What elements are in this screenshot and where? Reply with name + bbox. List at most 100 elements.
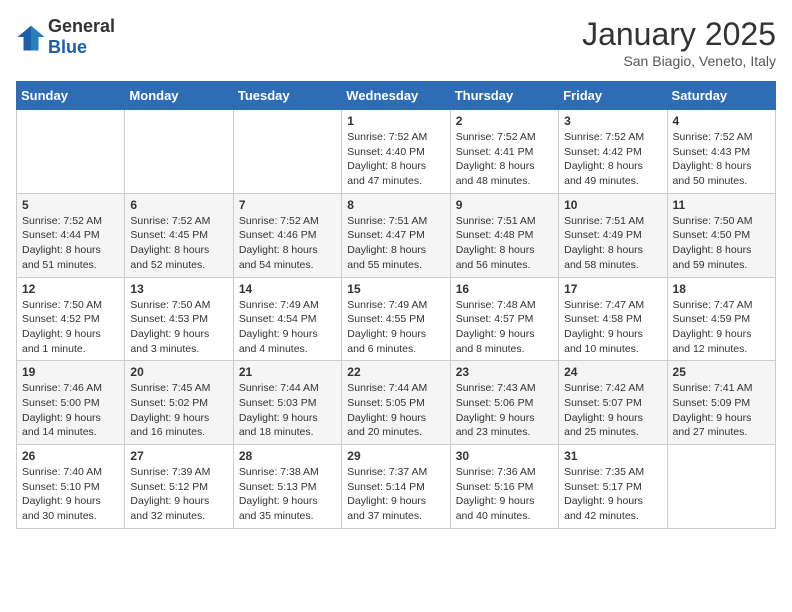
calendar-cell: 12 Sunrise: 7:50 AMSunset: 4:52 PMDayligh…: [17, 277, 125, 361]
day-number: 10: [564, 198, 661, 212]
day-info: Sunrise: 7:51 AMSunset: 4:47 PMDaylight:…: [347, 214, 444, 273]
day-info: Sunrise: 7:52 AMSunset: 4:45 PMDaylight:…: [130, 214, 227, 273]
day-number: 22: [347, 365, 444, 379]
day-info: Sunrise: 7:39 AMSunset: 5:12 PMDaylight:…: [130, 465, 227, 524]
calendar-cell: 7Sunrise: 7:52 AMSunset: 4:46 PMDaylight…: [233, 193, 341, 277]
day-info: Sunrise: 7:35 AMSunset: 5:17 PMDaylight:…: [564, 465, 661, 524]
day-info: Sunrise: 7:44 AMSunset: 5:03 PMDaylight:…: [239, 381, 336, 440]
weekday-header-tuesday: Tuesday: [233, 82, 341, 110]
calendar-cell: 4Sunrise: 7:52 AMSunset: 4:43 PMDaylight…: [667, 110, 775, 194]
day-info: Sunrise: 7:44 AMSunset: 5:05 PMDaylight:…: [347, 381, 444, 440]
calendar-cell: 26Sunrise: 7:40 AMSunset: 5:10 PMDayligh…: [17, 445, 125, 529]
day-info: Sunrise: 7:49 AMSunset: 4:55 PMDaylight:…: [347, 298, 444, 357]
calendar-cell: 25 Sunrise: 7:41 AMSunset: 5:09 PMDayligh…: [667, 361, 775, 445]
page-header: General Blue January 2025 San Biagio, Ve…: [16, 16, 776, 69]
calendar-cell: 27 Sunrise: 7:39 AMSunset: 5:12 PMDayligh…: [125, 445, 233, 529]
calendar-cell: 8 Sunrise: 7:51 AMSunset: 4:47 PMDaylight…: [342, 193, 450, 277]
calendar-cell: 28 Sunrise: 7:38 AMSunset: 5:13 PMDayligh…: [233, 445, 341, 529]
day-number: 29: [347, 449, 444, 463]
day-info: Sunrise: 7:50 AMSunset: 4:50 PMDaylight:…: [673, 214, 770, 273]
weekday-header-saturday: Saturday: [667, 82, 775, 110]
logo-general-text: General: [48, 16, 115, 36]
day-info: Sunrise: 7:50 AMSunset: 4:53 PMDaylight:…: [130, 298, 227, 357]
day-info: Sunrise: 7:41 AMSunset: 5:09 PMDaylight:…: [673, 381, 770, 440]
calendar-cell: 29 Sunrise: 7:37 AMSunset: 5:14 PMDayligh…: [342, 445, 450, 529]
day-number: 1: [347, 114, 444, 128]
logo-icon: [16, 22, 46, 52]
day-number: 20: [130, 365, 227, 379]
weekday-header-row: SundayMondayTuesdayWednesdayThursdayFrid…: [17, 82, 776, 110]
day-number: 16: [456, 282, 553, 296]
month-title: January 2025: [582, 16, 776, 53]
day-number: 11: [673, 198, 770, 212]
day-number: 26: [22, 449, 119, 463]
calendar-cell: 9 Sunrise: 7:51 AMSunset: 4:48 PMDaylight…: [450, 193, 558, 277]
calendar-cell: 2 Sunrise: 7:52 AMSunset: 4:41 PMDaylight…: [450, 110, 558, 194]
day-number: 3: [564, 114, 661, 128]
day-info: Sunrise: 7:37 AMSunset: 5:14 PMDaylight:…: [347, 465, 444, 524]
day-info: Sunrise: 7:36 AMSunset: 5:16 PMDaylight:…: [456, 465, 553, 524]
day-number: 21: [239, 365, 336, 379]
day-number: 9: [456, 198, 553, 212]
calendar-week-row: 26Sunrise: 7:40 AMSunset: 5:10 PMDayligh…: [17, 445, 776, 529]
day-info: Sunrise: 7:52 AMSunset: 4:42 PMDaylight:…: [564, 130, 661, 189]
day-info: Sunrise: 7:43 AMSunset: 5:06 PMDaylight:…: [456, 381, 553, 440]
day-number: 25: [673, 365, 770, 379]
weekday-header-sunday: Sunday: [17, 82, 125, 110]
day-info: Sunrise: 7:46 AMSunset: 5:00 PMDaylight:…: [22, 381, 119, 440]
calendar-week-row: 1 Sunrise: 7:52 AMSunset: 4:40 PMDaylight…: [17, 110, 776, 194]
day-number: 24: [564, 365, 661, 379]
day-info: Sunrise: 7:38 AMSunset: 5:13 PMDaylight:…: [239, 465, 336, 524]
day-number: 12: [22, 282, 119, 296]
day-number: 17: [564, 282, 661, 296]
logo-blue-text: Blue: [48, 37, 87, 57]
day-info: Sunrise: 7:52 AMSunset: 4:40 PMDaylight:…: [347, 130, 444, 189]
calendar-week-row: 12 Sunrise: 7:50 AMSunset: 4:52 PMDayligh…: [17, 277, 776, 361]
calendar-cell: 11 Sunrise: 7:50 AMSunset: 4:50 PMDayligh…: [667, 193, 775, 277]
day-number: 5: [22, 198, 119, 212]
weekday-header-wednesday: Wednesday: [342, 82, 450, 110]
day-number: 6: [130, 198, 227, 212]
calendar-cell: 13 Sunrise: 7:50 AMSunset: 4:53 PMDayligh…: [125, 277, 233, 361]
calendar-cell: 10 Sunrise: 7:51 AMSunset: 4:49 PMDayligh…: [559, 193, 667, 277]
day-number: 18: [673, 282, 770, 296]
calendar-cell: 3 Sunrise: 7:52 AMSunset: 4:42 PMDaylight…: [559, 110, 667, 194]
calendar-cell: [667, 445, 775, 529]
day-info: Sunrise: 7:47 AMSunset: 4:59 PMDaylight:…: [673, 298, 770, 357]
day-info: Sunrise: 7:48 AMSunset: 4:57 PMDaylight:…: [456, 298, 553, 357]
location-subtitle: San Biagio, Veneto, Italy: [582, 53, 776, 69]
calendar-cell: 21 Sunrise: 7:44 AMSunset: 5:03 PMDayligh…: [233, 361, 341, 445]
calendar-cell: 16 Sunrise: 7:48 AMSunset: 4:57 PMDayligh…: [450, 277, 558, 361]
calendar-cell: [17, 110, 125, 194]
day-number: 8: [347, 198, 444, 212]
day-number: 28: [239, 449, 336, 463]
day-info: Sunrise: 7:47 AMSunset: 4:58 PMDaylight:…: [564, 298, 661, 357]
calendar-cell: [233, 110, 341, 194]
day-info: Sunrise: 7:51 AMSunset: 4:48 PMDaylight:…: [456, 214, 553, 273]
day-number: 30: [456, 449, 553, 463]
day-info: Sunrise: 7:45 AMSunset: 5:02 PMDaylight:…: [130, 381, 227, 440]
day-info: Sunrise: 7:50 AMSunset: 4:52 PMDaylight:…: [22, 298, 119, 357]
calendar-cell: 30 Sunrise: 7:36 AMSunset: 5:16 PMDayligh…: [450, 445, 558, 529]
day-number: 15: [347, 282, 444, 296]
calendar-cell: 24 Sunrise: 7:42 AMSunset: 5:07 PMDayligh…: [559, 361, 667, 445]
day-number: 23: [456, 365, 553, 379]
day-number: 14: [239, 282, 336, 296]
day-info: Sunrise: 7:52 AMSunset: 4:41 PMDaylight:…: [456, 130, 553, 189]
calendar-cell: [125, 110, 233, 194]
day-number: 2: [456, 114, 553, 128]
calendar-cell: 1 Sunrise: 7:52 AMSunset: 4:40 PMDaylight…: [342, 110, 450, 194]
calendar-cell: 17 Sunrise: 7:47 AMSunset: 4:58 PMDayligh…: [559, 277, 667, 361]
calendar-cell: 6 Sunrise: 7:52 AMSunset: 4:45 PMDaylight…: [125, 193, 233, 277]
calendar-cell: 5Sunrise: 7:52 AMSunset: 4:44 PMDaylight…: [17, 193, 125, 277]
calendar-cell: 22 Sunrise: 7:44 AMSunset: 5:05 PMDayligh…: [342, 361, 450, 445]
day-number: 27: [130, 449, 227, 463]
calendar-cell: 20 Sunrise: 7:45 AMSunset: 5:02 PMDayligh…: [125, 361, 233, 445]
day-number: 13: [130, 282, 227, 296]
weekday-header-monday: Monday: [125, 82, 233, 110]
day-info: Sunrise: 7:52 AMSunset: 4:43 PMDaylight:…: [673, 130, 770, 189]
day-info: Sunrise: 7:51 AMSunset: 4:49 PMDaylight:…: [564, 214, 661, 273]
calendar-cell: 31Sunrise: 7:35 AMSunset: 5:17 PMDayligh…: [559, 445, 667, 529]
calendar-cell: 19Sunrise: 7:46 AMSunset: 5:00 PMDayligh…: [17, 361, 125, 445]
day-info: Sunrise: 7:42 AMSunset: 5:07 PMDaylight:…: [564, 381, 661, 440]
